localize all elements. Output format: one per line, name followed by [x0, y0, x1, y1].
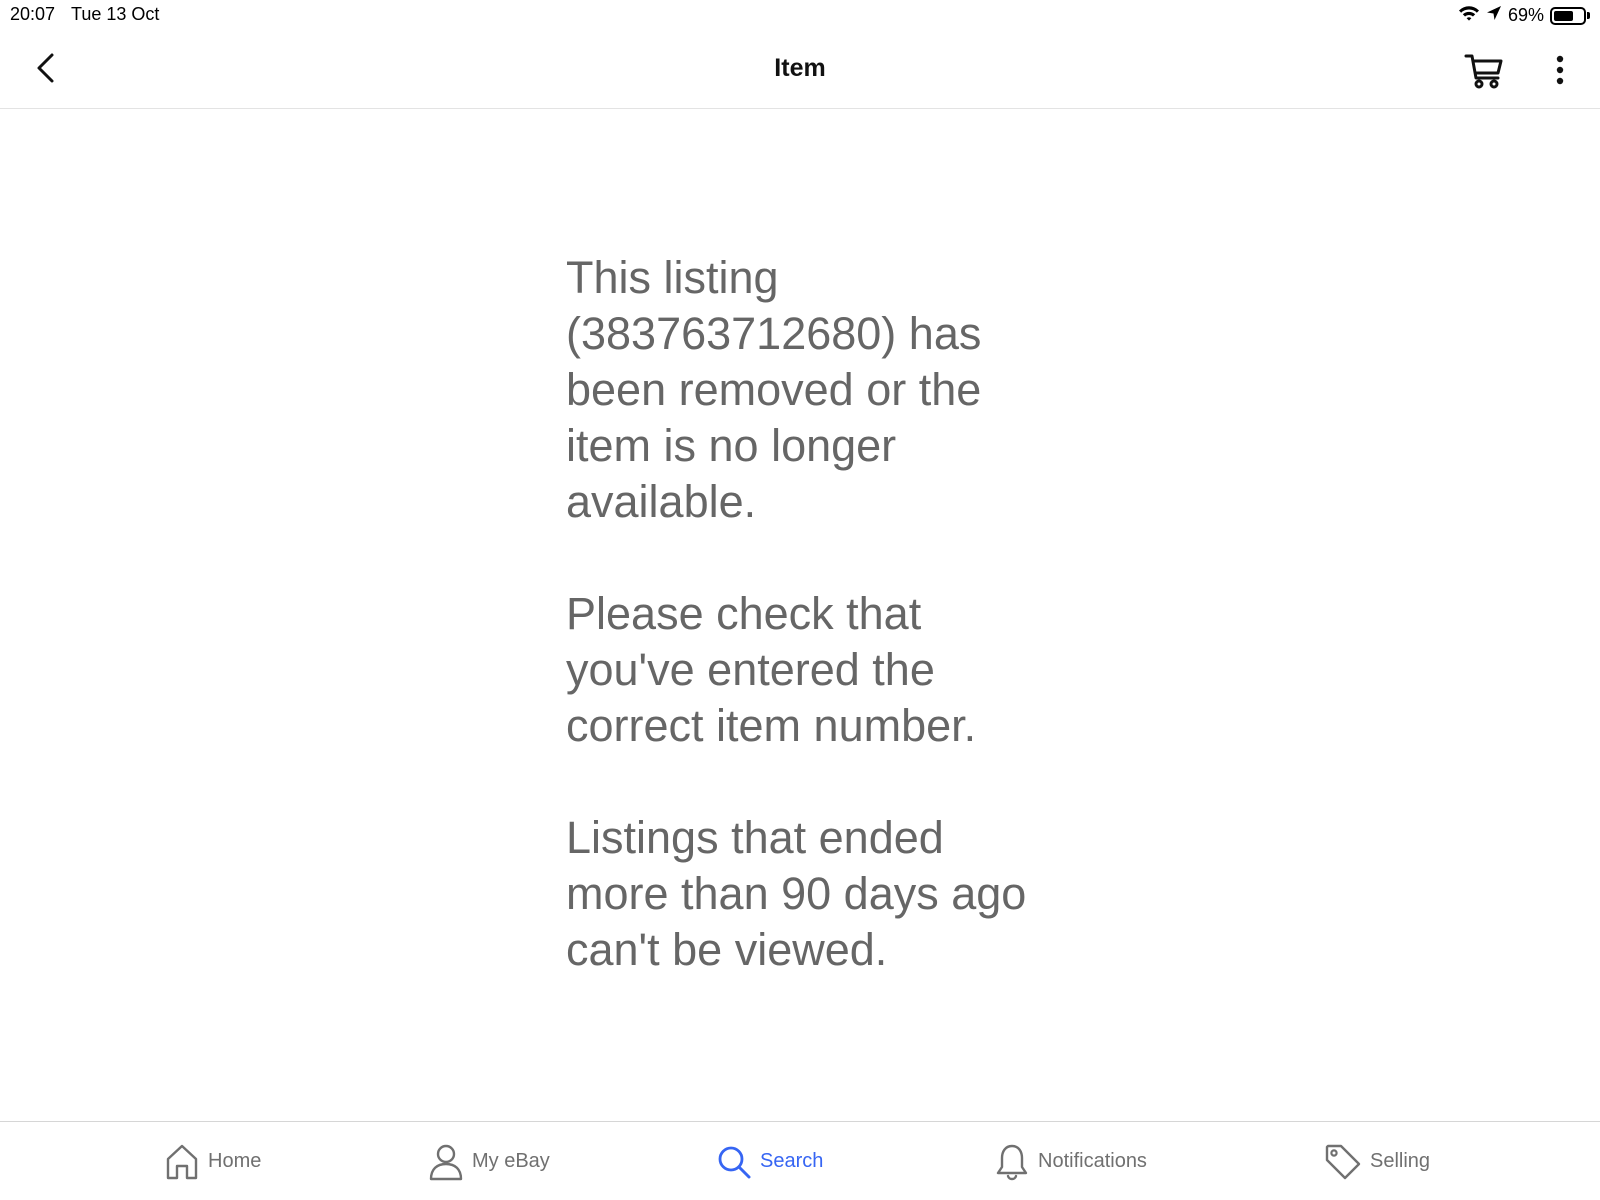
tab-selling-label: Selling: [1370, 1150, 1431, 1172]
wifi-icon: [1458, 4, 1480, 27]
tab-notifications-label: Notifications: [1038, 1150, 1147, 1172]
more-options-button[interactable]: [1542, 50, 1578, 90]
home-icon: [166, 1144, 198, 1179]
tab-notifications[interactable]: Notifications: [994, 1122, 1147, 1200]
search-icon: [718, 1146, 751, 1178]
listing-unavailable-message: This listing (383763712680) has been rem…: [566, 250, 1046, 978]
page-title: Item: [774, 54, 826, 82]
status-date: Tue 13 Oct: [71, 4, 160, 24]
tab-search[interactable]: Search: [716, 1122, 823, 1200]
tag-icon: [1325, 1144, 1361, 1179]
message-90-days: Listings that ended more than 90 days ag…: [566, 812, 1027, 975]
tab-my-ebay[interactable]: My eBay: [428, 1122, 550, 1200]
message-removed: This listing (383763712680) has been rem…: [566, 252, 982, 527]
bell-icon: [996, 1144, 1028, 1180]
tab-home[interactable]: Home: [164, 1122, 261, 1200]
bottom-tab-bar: Home My eBay Search Notifications Sellin…: [0, 1121, 1600, 1200]
tab-selling[interactable]: Selling: [1324, 1122, 1430, 1200]
tab-my-ebay-label: My eBay: [472, 1150, 550, 1172]
status-time: 20:07: [10, 4, 56, 24]
cart-button[interactable]: [1462, 48, 1506, 92]
status-left: 20:07 Tue 13 Oct: [10, 4, 159, 25]
app-screen: 20:07 Tue 13 Oct 69% Item This listing (…: [0, 0, 1600, 1200]
top-nav-bar: Item: [0, 30, 1600, 109]
tab-home-label: Home: [208, 1150, 262, 1172]
tab-search-label: Search: [760, 1150, 824, 1172]
cart-icon: [1464, 54, 1503, 89]
status-right: 69%: [1458, 4, 1590, 27]
location-arrow-icon: [1486, 5, 1502, 26]
message-check-number: Please check that you've entered the cor…: [566, 588, 977, 751]
battery-percent: 69%: [1507, 5, 1544, 25]
more-vertical-icon: [1556, 55, 1564, 85]
battery-icon: [1550, 6, 1590, 25]
user-icon: [429, 1144, 463, 1180]
status-bar: 20:07 Tue 13 Oct 69%: [0, 0, 1600, 30]
